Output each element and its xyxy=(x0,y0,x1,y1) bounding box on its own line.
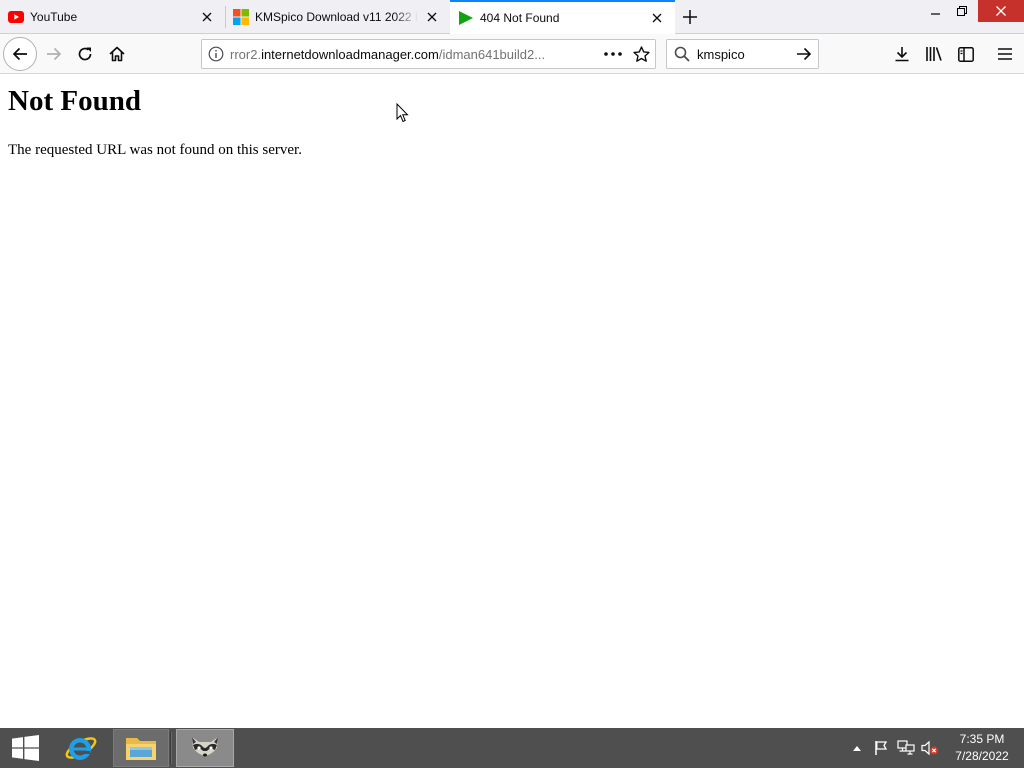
sidebar-icon xyxy=(958,46,974,62)
network-status[interactable] xyxy=(896,728,916,768)
back-arrow-icon xyxy=(12,47,27,61)
start-button[interactable] xyxy=(0,728,50,768)
youtube-icon xyxy=(8,9,24,25)
speaker-muted-icon xyxy=(921,740,938,756)
close-tab-icon[interactable] xyxy=(422,7,442,27)
folder-icon xyxy=(126,738,156,760)
taskbar-raccoon-app[interactable] xyxy=(176,729,234,767)
clock-date: 7/28/2022 xyxy=(955,749,1009,763)
download-arrow-icon xyxy=(895,47,909,62)
page-heading: Not Found xyxy=(8,85,141,117)
minimize-button[interactable] xyxy=(924,0,948,22)
close-tab-icon[interactable] xyxy=(647,8,667,28)
taskbar-divider xyxy=(170,732,172,764)
windows-start-icon xyxy=(11,735,39,761)
home-button[interactable] xyxy=(101,38,133,70)
taskbar-clock[interactable]: 7:35 PM 7/28/2022 xyxy=(944,731,1020,765)
taskbar-internet-explorer[interactable] xyxy=(53,729,109,767)
reload-button[interactable] xyxy=(69,38,101,70)
hamburger-menu-icon xyxy=(998,48,1012,60)
info-icon[interactable] xyxy=(202,40,230,68)
close-window-button[interactable] xyxy=(978,0,1024,22)
green-play-icon xyxy=(458,10,474,26)
menu-button[interactable] xyxy=(989,38,1021,70)
bookmark-star-icon[interactable] xyxy=(627,40,655,68)
tab-strip: YouTube KMSpico Download v11 2022 EAS 40… xyxy=(0,0,1024,35)
search-go-arrow-icon[interactable] xyxy=(790,40,818,68)
home-icon xyxy=(109,46,125,62)
plus-icon xyxy=(683,10,697,24)
chevron-up-icon xyxy=(853,745,861,751)
library-button[interactable] xyxy=(918,38,950,70)
show-hidden-icons-button[interactable] xyxy=(849,728,865,768)
url-prefix: rror2. xyxy=(230,46,262,62)
taskbar: 7:35 PM 7/28/2022 xyxy=(0,728,1024,768)
tab-separator xyxy=(225,6,226,28)
search-bar[interactable] xyxy=(666,39,819,69)
taskbar-file-explorer[interactable] xyxy=(113,729,169,767)
action-center-flag[interactable] xyxy=(871,728,891,768)
network-icon xyxy=(897,740,915,755)
close-icon xyxy=(996,6,1006,16)
url-text[interactable]: rror2.internetdownloadmanager.com/idman6… xyxy=(230,47,599,62)
url-path: /idman641build2... xyxy=(438,46,546,62)
tab-kmspico[interactable]: KMSpico Download v11 2022 EAS xyxy=(225,0,450,34)
tab-404-not-found[interactable]: 404 Not Found xyxy=(450,0,675,35)
raccoon-icon xyxy=(192,737,218,757)
tab-label: KMSpico Download v11 2022 EAS xyxy=(255,10,418,24)
tab-label: 404 Not Found xyxy=(480,10,560,25)
internet-explorer-icon xyxy=(65,737,97,760)
new-tab-button[interactable] xyxy=(678,5,702,29)
restore-icon xyxy=(957,6,967,16)
search-input[interactable] xyxy=(697,46,790,62)
page-message: The requested URL was not found on this … xyxy=(8,142,302,158)
sidebar-toggle-button[interactable] xyxy=(950,38,982,70)
windows-logo-icon xyxy=(233,9,249,25)
page-actions-icon[interactable] xyxy=(599,40,627,68)
navigation-toolbar: rror2.internetdownloadmanager.com/idman6… xyxy=(0,34,1024,74)
library-icon xyxy=(926,47,942,61)
page-content: Not Found The requested URL was not foun… xyxy=(0,75,1024,728)
back-button[interactable] xyxy=(3,37,37,71)
reload-icon xyxy=(78,47,92,61)
tab-label: YouTube xyxy=(30,10,78,24)
url-bar[interactable]: rror2.internetdownloadmanager.com/idman6… xyxy=(201,39,656,69)
restore-button[interactable] xyxy=(950,0,974,22)
forward-arrow-icon xyxy=(47,47,62,61)
flag-icon xyxy=(875,741,888,755)
clock-time: 7:35 PM xyxy=(959,732,1005,746)
downloads-button[interactable] xyxy=(886,38,918,70)
minimize-icon xyxy=(931,13,940,15)
search-icon xyxy=(667,40,697,68)
mouse-cursor-icon xyxy=(396,102,410,123)
forward-button[interactable] xyxy=(38,38,70,70)
url-domain: internetdownloadmanager.com xyxy=(261,46,439,62)
tab-youtube[interactable]: YouTube xyxy=(0,0,225,34)
volume-muted[interactable] xyxy=(920,728,940,768)
close-tab-icon[interactable] xyxy=(197,7,217,27)
